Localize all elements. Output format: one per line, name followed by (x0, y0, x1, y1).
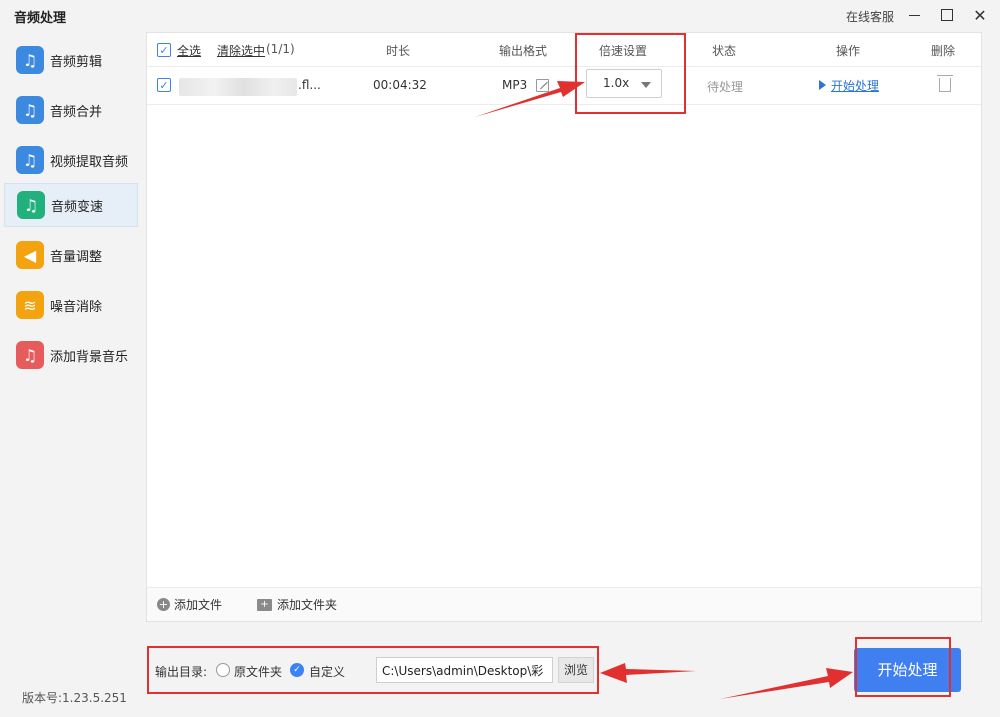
edit-format-icon[interactable] (536, 79, 549, 92)
audio-cut-icon: ♫ (16, 46, 44, 74)
title-bar: 音频处理 在线客服 ✕ (0, 0, 1000, 32)
column-status: 状态 (712, 44, 737, 58)
caret-down-icon (641, 82, 651, 88)
video-extract-audio-icon: ♫ (16, 146, 44, 174)
speed-select[interactable]: 1.0x (586, 69, 662, 98)
audio-merge-icon: ♫ (16, 96, 44, 124)
column-format: 输出格式 (499, 44, 548, 58)
output-dir-label: 输出目录: (155, 665, 208, 679)
maximize-icon[interactable] (935, 4, 959, 26)
add-file-label: 添加文件 (174, 598, 223, 612)
sidebar-item-background-music[interactable]: ♫ 添加背景音乐 (4, 333, 138, 377)
select-all-link[interactable]: 全选 (177, 42, 201, 59)
speed-value: 1.0x (603, 76, 630, 90)
add-folder-label: 添加文件夹 (277, 598, 338, 612)
radio-original-folder[interactable] (216, 663, 230, 677)
close-icon[interactable]: ✕ (968, 4, 992, 26)
sidebar-item-volume[interactable]: ◀ 音量调整 (4, 233, 138, 277)
minimize-icon[interactable] (902, 4, 926, 26)
sidebar-item-label: 噪音消除 (50, 299, 103, 315)
audio-speed-icon: ♫ (17, 191, 45, 219)
sidebar-item-label: 视频提取音频 (50, 154, 129, 170)
start-process-button[interactable]: 开始处理 (854, 648, 961, 692)
radio-custom-folder[interactable]: ✓ (290, 663, 304, 677)
online-service-link[interactable]: 在线客服 (846, 8, 894, 25)
arrow-to-start (720, 668, 853, 699)
browse-button[interactable]: 浏览 (558, 657, 594, 683)
sidebar-item-label: 添加背景音乐 (50, 349, 129, 365)
filename-blurred (179, 78, 297, 96)
background-music-icon: ♫ (16, 341, 44, 369)
format-value: MP3 (502, 78, 528, 92)
row-start-link[interactable]: 开始处理 (831, 77, 879, 94)
column-duration: 时长 (386, 44, 411, 58)
table-footer: + 添加文件 + 添加文件夹 (147, 587, 981, 621)
file-list-panel: ✓ 全选 清除选中 (1/1) 时长 输出格式 倍速设置 状态 操作 删除 ✓ … (146, 32, 982, 622)
clear-selected-link[interactable]: 清除选中 (217, 42, 265, 59)
original-folder-label: 原文件夹 (234, 665, 283, 679)
sidebar-item-label: 音量调整 (50, 249, 103, 265)
noise-removal-icon: ≋ (16, 291, 44, 319)
sidebar-item-label: 音频变速 (51, 199, 104, 215)
column-action: 操作 (836, 44, 861, 58)
trash-icon[interactable] (937, 75, 953, 92)
column-delete: 删除 (931, 44, 956, 58)
app-title: 音频处理 (14, 11, 67, 26)
duration-value: 00:04:32 (373, 78, 427, 92)
custom-folder-label: 自定义 (309, 665, 346, 679)
version-label: 版本号:1.23.5.251 (22, 691, 127, 705)
play-icon (819, 80, 826, 90)
volume-icon: ◀ (16, 241, 44, 269)
folder-plus-icon: + (257, 598, 272, 611)
output-path-input[interactable]: C:\Users\admin\Desktop\彩 (376, 657, 553, 683)
row-checkbox[interactable]: ✓ (157, 78, 171, 92)
sidebar-item-audio-cut[interactable]: ♫ 音频剪辑 (4, 38, 138, 82)
sidebar-item-label: 音频合并 (50, 104, 103, 120)
sidebar-item-audio-merge[interactable]: ♫ 音频合并 (4, 88, 138, 132)
column-speed: 倍速设置 (599, 44, 648, 58)
sidebar-item-label: 音频剪辑 (50, 54, 103, 70)
table-header: ✓ 全选 清除选中 (1/1) 时长 输出格式 倍速设置 状态 操作 删除 (147, 33, 981, 67)
status-value: 待处理 (707, 80, 744, 94)
selected-count: (1/1) (266, 42, 295, 56)
arrow-to-output (600, 663, 696, 683)
sidebar-item-noise-removal[interactable]: ≋ 噪音消除 (4, 283, 138, 327)
add-file-button[interactable]: + 添加文件 (157, 596, 222, 613)
sidebar-item-audio-speed[interactable]: ♫ 音频变速 (4, 183, 138, 227)
plus-circle-icon: + (157, 598, 170, 611)
sidebar-item-video-extract-audio[interactable]: ♫ 视频提取音频 (4, 138, 138, 182)
select-all-checkbox[interactable]: ✓ (157, 43, 171, 57)
add-folder-button[interactable]: + 添加文件夹 (257, 596, 337, 613)
filename-suffix: .fl... (298, 78, 321, 92)
